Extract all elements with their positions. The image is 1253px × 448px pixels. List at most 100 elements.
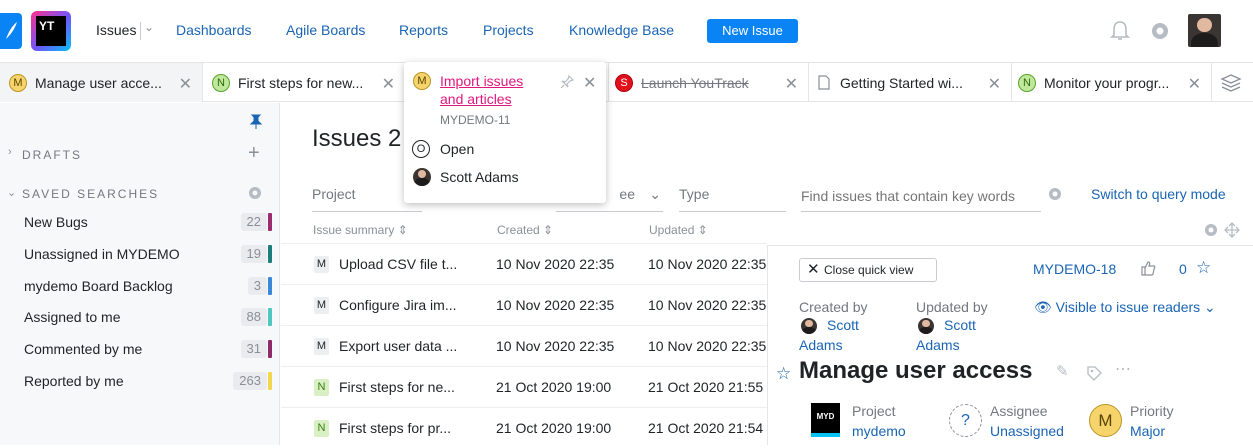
saved-search-new-bugs[interactable]: New Bugs bbox=[24, 214, 88, 230]
gear-icon[interactable] bbox=[1048, 187, 1062, 201]
pin-icon[interactable] bbox=[249, 114, 263, 130]
priority-value[interactable]: Major bbox=[1130, 423, 1165, 439]
nav-agile-boards[interactable]: Agile Boards bbox=[286, 22, 365, 38]
tab-first-steps[interactable]: N First steps for new... ✕ bbox=[203, 63, 406, 102]
close-quick-view-button[interactable]: ✕ Close quick view bbox=[799, 258, 937, 282]
nav-dashboards[interactable]: Dashboards bbox=[176, 22, 252, 38]
priority-badge[interactable]: M bbox=[1089, 404, 1122, 437]
created-date: 21 Oct 2020 19:00 bbox=[496, 379, 612, 395]
column-created[interactable]: Created ⇕ bbox=[497, 223, 553, 237]
gear-icon[interactable] bbox=[1150, 21, 1170, 41]
table-row[interactable]: N First steps for pr... 21 Oct 2020 19:0… bbox=[281, 407, 767, 448]
table-row[interactable]: M Configure Jira im... 10 Nov 2020 22:35… bbox=[281, 284, 767, 325]
saved-searches-header[interactable]: SAVED SEARCHES bbox=[22, 187, 159, 201]
tab-monitor-progress[interactable]: N Monitor your progr... ✕ bbox=[1012, 63, 1212, 102]
table-row[interactable]: N First steps for ne... 21 Oct 2020 19:0… bbox=[281, 366, 767, 407]
star-icon[interactable]: ☆ bbox=[1196, 258, 1211, 278]
saved-search-unassigned[interactable]: Unassigned in MYDEMO bbox=[24, 246, 180, 262]
chevron-right-icon[interactable]: › bbox=[8, 146, 12, 158]
close-icon[interactable]: ✕ bbox=[1188, 74, 1201, 94]
count-badge: 31 bbox=[240, 340, 272, 358]
table-row[interactable]: M Upload CSV file t... 10 Nov 2020 22:35… bbox=[281, 243, 767, 284]
youtrack-logo[interactable]: YT bbox=[31, 11, 71, 51]
saved-search-reported[interactable]: Reported by me bbox=[24, 373, 124, 389]
vote-count: 0 bbox=[1179, 261, 1187, 277]
visibility-selector[interactable]: 👁 Visible to issue readers ⌄ bbox=[1034, 299, 1216, 316]
new-issue-button[interactable]: New Issue bbox=[707, 19, 798, 43]
tag-icon[interactable] bbox=[1086, 365, 1102, 381]
priority-badge: M bbox=[314, 297, 329, 314]
issue-id-link[interactable]: MYDEMO-18 bbox=[1033, 261, 1116, 277]
gear-icon[interactable] bbox=[1204, 223, 1218, 237]
count-value: 88 bbox=[246, 309, 261, 324]
color-marker bbox=[268, 372, 272, 390]
column-updated[interactable]: Updated ⇕ bbox=[649, 223, 708, 237]
stack-icon[interactable] bbox=[1220, 72, 1242, 94]
color-marker bbox=[268, 308, 272, 326]
switch-query-mode-link[interactable]: Switch to query mode bbox=[1091, 186, 1226, 202]
type-filter[interactable]: Type bbox=[679, 180, 786, 212]
updater-last-name[interactable]: Adams bbox=[916, 337, 960, 353]
tab-manage-user-access[interactable]: M Manage user acce... ✕ bbox=[0, 63, 203, 102]
edit-icon[interactable]: ✎ bbox=[1056, 362, 1069, 380]
issue-title-link[interactable]: Import issues and articles bbox=[440, 72, 548, 108]
bell-icon[interactable] bbox=[1110, 20, 1130, 42]
unassigned-icon[interactable]: ? bbox=[949, 404, 982, 437]
project-value[interactable]: mydemo bbox=[852, 423, 906, 439]
chevron-down-icon[interactable]: ⌄ bbox=[144, 20, 154, 34]
nav-reports[interactable]: Reports bbox=[399, 22, 448, 38]
priority-badge: N bbox=[1018, 73, 1036, 92]
creator-first-name[interactable]: Scott bbox=[827, 317, 859, 333]
more-icon[interactable]: ⋯ bbox=[1115, 359, 1131, 379]
drafts-header[interactable]: DRAFTS bbox=[22, 148, 82, 162]
nav-knowledge-base[interactable]: Knowledge Base bbox=[569, 22, 674, 38]
updater-first-name[interactable]: Scott bbox=[944, 317, 976, 333]
issue-summary[interactable]: Configure Jira im... bbox=[339, 297, 456, 313]
nav-issues[interactable]: Issues bbox=[96, 22, 136, 38]
assignee-name: Scott Adams bbox=[440, 169, 519, 185]
tab-title: Manage user acce... bbox=[35, 74, 162, 91]
issue-summary[interactable]: First steps for pr... bbox=[339, 420, 451, 436]
add-icon[interactable]: + bbox=[248, 142, 260, 165]
top-navigation: YT Issues ⌄ Dashboards Agile Boards Repo… bbox=[0, 0, 1253, 62]
close-icon[interactable]: ✕ bbox=[785, 74, 798, 94]
project-label: Project bbox=[852, 403, 896, 419]
assignee-value[interactable]: Unassigned bbox=[990, 423, 1064, 439]
column-summary[interactable]: Issue summary ⇕ bbox=[313, 223, 408, 237]
thumbs-up-icon[interactable] bbox=[1140, 260, 1156, 276]
star-icon[interactable]: ☆ bbox=[776, 364, 791, 384]
state-badge: O bbox=[412, 140, 430, 158]
priority-badge: N bbox=[314, 379, 329, 396]
nav-projects[interactable]: Projects bbox=[483, 22, 534, 38]
close-icon[interactable]: ✕ bbox=[583, 73, 596, 93]
pin-icon[interactable] bbox=[560, 75, 574, 89]
issue-summary[interactable]: First steps for ne... bbox=[339, 379, 455, 395]
count-value: 22 bbox=[246, 214, 261, 229]
chevron-down-icon[interactable]: ⌄ bbox=[7, 186, 16, 199]
issue-id: MYDEMO-11 bbox=[440, 113, 511, 127]
tab-launch-youtrack[interactable]: S Launch YouTrack ✕ bbox=[609, 63, 809, 102]
count-badge: 3 bbox=[247, 277, 272, 295]
issue-summary[interactable]: Upload CSV file t... bbox=[339, 256, 457, 272]
creator-avatar bbox=[801, 318, 817, 334]
saved-search-assigned-to-me[interactable]: Assigned to me bbox=[24, 309, 121, 325]
move-icon[interactable] bbox=[1224, 222, 1240, 238]
close-icon[interactable]: ✕ bbox=[382, 74, 395, 94]
tab-getting-started[interactable]: Getting Started wi... ✕ bbox=[809, 63, 1012, 102]
close-icon[interactable]: ✕ bbox=[988, 74, 1001, 94]
issue-preview-popup: M Import issues and articles ✕ MYDEMO-11… bbox=[404, 62, 606, 203]
saved-search-backlog[interactable]: mydemo Board Backlog bbox=[24, 278, 173, 294]
user-avatar[interactable] bbox=[1188, 14, 1221, 47]
search-input[interactable] bbox=[801, 180, 1041, 212]
tab-title: First steps for new... bbox=[238, 74, 364, 91]
updated-date: 10 Nov 2020 22:35 bbox=[648, 338, 767, 354]
gear-icon[interactable] bbox=[248, 186, 262, 200]
tab-title: Launch YouTrack bbox=[641, 74, 749, 91]
feather-icon[interactable] bbox=[0, 13, 22, 49]
saved-search-commented[interactable]: Commented by me bbox=[24, 341, 142, 357]
issue-summary[interactable]: Export user data ... bbox=[339, 338, 457, 354]
close-icon[interactable]: ✕ bbox=[179, 74, 192, 94]
creator-last-name[interactable]: Adams bbox=[799, 337, 843, 353]
updated-date: 21 Oct 2020 21:54 bbox=[648, 420, 764, 436]
table-row[interactable]: M Export user data ... 10 Nov 2020 22:35… bbox=[281, 325, 767, 366]
